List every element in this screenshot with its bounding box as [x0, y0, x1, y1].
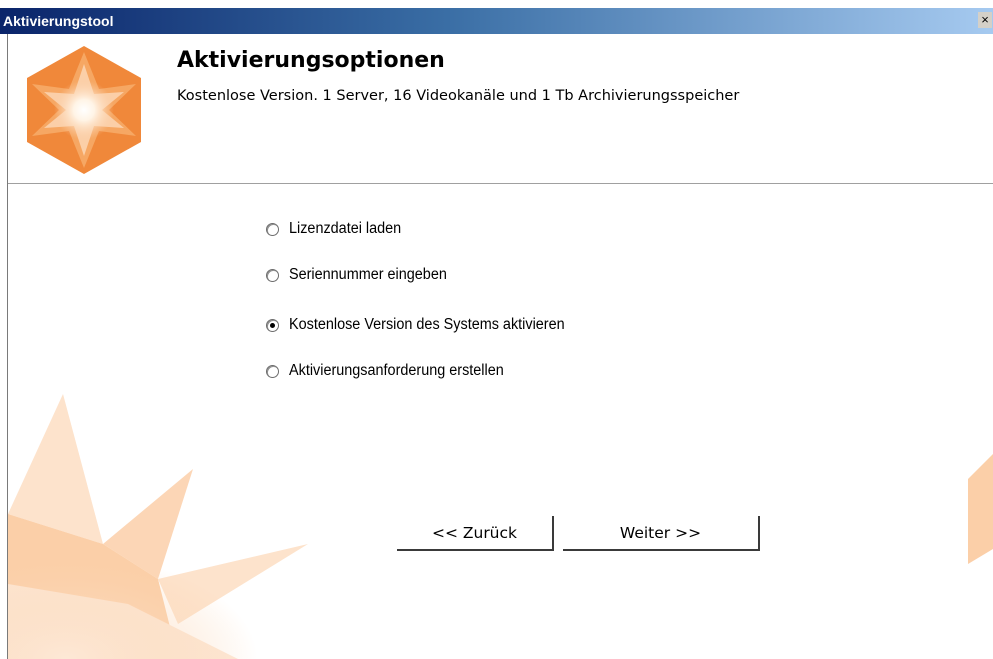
option-label: Kostenlose Version des Systems aktiviere…	[289, 316, 565, 333]
close-icon[interactable]: ×	[978, 12, 992, 28]
star-hexagon-logo-icon	[27, 46, 141, 174]
option-load-license-file[interactable]: Lizenzdatei laden	[266, 220, 410, 238]
header-banner: Aktivierungsoptionen Kostenlose Version.…	[8, 34, 993, 184]
page-title: Aktivierungsoptionen	[177, 48, 445, 73]
page-subtitle: Kostenlose Version. 1 Server, 16 Videoka…	[177, 88, 740, 104]
next-button[interactable]: Weiter >>	[563, 516, 760, 551]
option-activate-free-version[interactable]: Kostenlose Version des Systems aktiviere…	[266, 316, 585, 334]
option-label: Lizenzdatei laden	[289, 220, 402, 237]
window-title: Aktivierungstool	[3, 13, 114, 29]
activation-window: Aktivierungstool × Aktivierungsoptionen …	[0, 0, 993, 659]
radio-enter-serial[interactable]	[266, 268, 279, 282]
option-create-activation-request[interactable]: Aktivierungsanforderung erstellen	[266, 362, 520, 380]
option-label: Aktivierungsanforderung erstellen	[289, 362, 504, 379]
option-enter-serial[interactable]: Seriennummer eingeben	[266, 266, 459, 284]
title-bar[interactable]: Aktivierungstool ×	[0, 8, 993, 34]
background-star-decoration	[8, 394, 993, 659]
radio-create-activation-request[interactable]	[266, 364, 279, 378]
back-button[interactable]: << Zurück	[397, 516, 554, 551]
radio-load-license-file[interactable]	[266, 222, 279, 236]
radio-activate-free-version[interactable]	[266, 318, 279, 332]
option-label: Seriennummer eingeben	[289, 266, 447, 283]
